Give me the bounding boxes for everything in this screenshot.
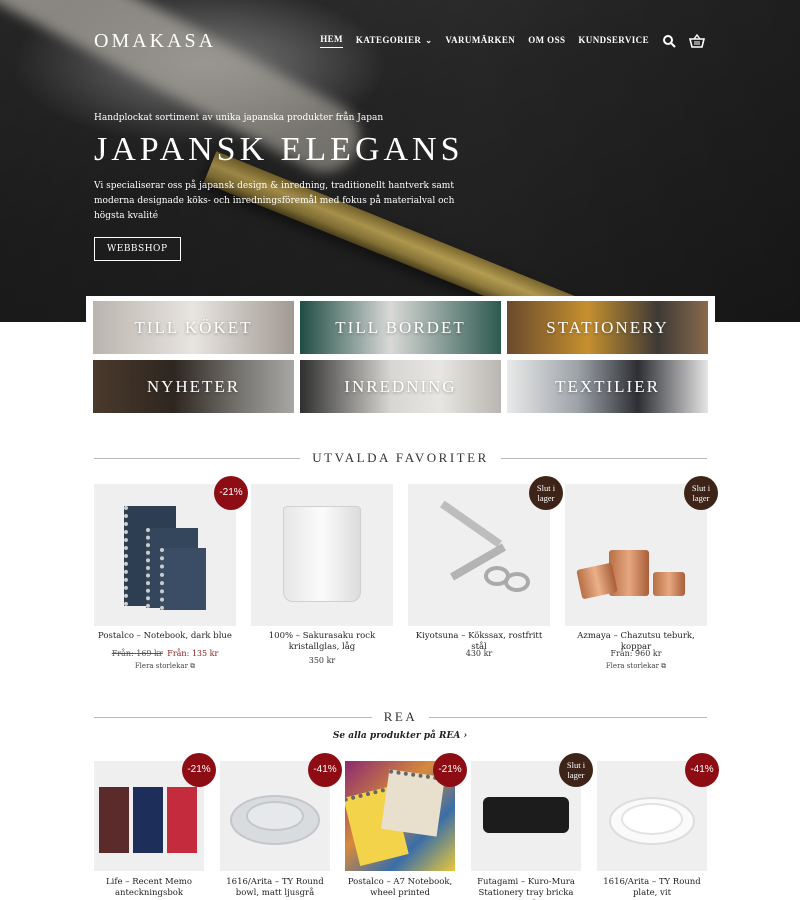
site-logo[interactable]: OMAKASA	[94, 30, 216, 53]
product-name[interactable]: 1616/Arita – TY Round bowl, matt ljusgrå	[220, 877, 330, 899]
chevron-down-icon: ⌄	[425, 35, 433, 45]
sizes-note: Flera storlekar ⧉	[605, 662, 667, 670]
hero-content: Handplockat sortiment av unika japanska …	[94, 113, 474, 261]
product-name[interactable]: Postalco – Notebook, dark blue	[94, 631, 236, 642]
search-icon[interactable]	[662, 34, 676, 48]
product-name[interactable]: Life – Recent Memo anteckningsbok	[94, 877, 204, 899]
sold-out-badge: Slut i lager	[529, 476, 563, 510]
nav-kategorier[interactable]: KATEGORIER ⌄	[356, 35, 432, 48]
product-name[interactable]: 1616/Arita – TY Round plate, vit	[597, 877, 707, 899]
copy-icon: ⧉	[661, 662, 667, 670]
category-textilier[interactable]: TEXTILIER	[507, 360, 708, 413]
copy-icon: ⧉	[190, 662, 196, 670]
basket-icon[interactable]	[689, 34, 705, 48]
product-name[interactable]: Futagami – Kuro-Mura Stationery tray bri…	[471, 877, 581, 900]
webbshop-button[interactable]: WEBBSHOP	[94, 237, 181, 261]
product-price: Från: 169 kr Från: 135 kr	[111, 649, 219, 658]
category-till-bordet[interactable]: TILL BORDET	[300, 301, 501, 354]
hero-kicker: Handplockat sortiment av unika japanska …	[94, 113, 384, 123]
product-price: 350 kr	[308, 656, 336, 665]
product-image[interactable]	[251, 484, 393, 626]
category-grid: TILL KÖKET TILL BORDET STATIONERY NYHETE…	[86, 296, 715, 420]
product-image[interactable]	[565, 484, 707, 626]
product-price: 430 kr	[465, 649, 493, 658]
discount-badge: -21%	[214, 476, 248, 510]
sold-out-badge: Slut i lager	[559, 753, 593, 787]
nav-kundservice[interactable]: KUNDSERVICE	[578, 35, 649, 48]
hero-title: JAPANSK ELEGANS	[94, 131, 464, 168]
category-till-koket[interactable]: TILL KÖKET	[93, 301, 294, 354]
discount-badge: -41%	[685, 753, 719, 787]
see-all-sale-link[interactable]: Se alla produkter på REA ›	[0, 731, 800, 741]
discount-badge: -21%	[433, 753, 467, 787]
product-image[interactable]	[408, 484, 550, 626]
nav-om-oss[interactable]: OM OSS	[528, 35, 565, 48]
main-nav: HEM KATEGORIER ⌄ VARUMÄRKEN OM OSS KUNDSE…	[320, 34, 705, 48]
product-image[interactable]	[94, 484, 236, 626]
sizes-note: Flera storlekar ⧉	[134, 662, 196, 670]
product-name[interactable]: Postalco – A7 Notebook, wheel printed	[345, 877, 455, 899]
category-stationery[interactable]: STATIONERY	[507, 301, 708, 354]
nav-varumarken[interactable]: VARUMÄRKEN	[445, 35, 515, 48]
discount-badge: -21%	[182, 753, 216, 787]
sale-heading: REA	[94, 709, 707, 725]
product-name[interactable]: 100% – Sakurasaku rock kristallglas, låg	[251, 631, 393, 653]
hero-description: Vi specialiserar oss på japansk design &…	[94, 181, 455, 221]
category-inredning[interactable]: INREDNING	[300, 360, 501, 413]
favorites-heading: UTVALDA FAVORITER	[94, 450, 707, 466]
category-nyheter[interactable]: NYHETER	[93, 360, 294, 413]
nav-hem[interactable]: HEM	[320, 34, 343, 48]
discount-badge: -41%	[308, 753, 342, 787]
sold-out-badge: Slut i lager	[684, 476, 718, 510]
product-price: Från: 960 kr	[610, 649, 662, 658]
